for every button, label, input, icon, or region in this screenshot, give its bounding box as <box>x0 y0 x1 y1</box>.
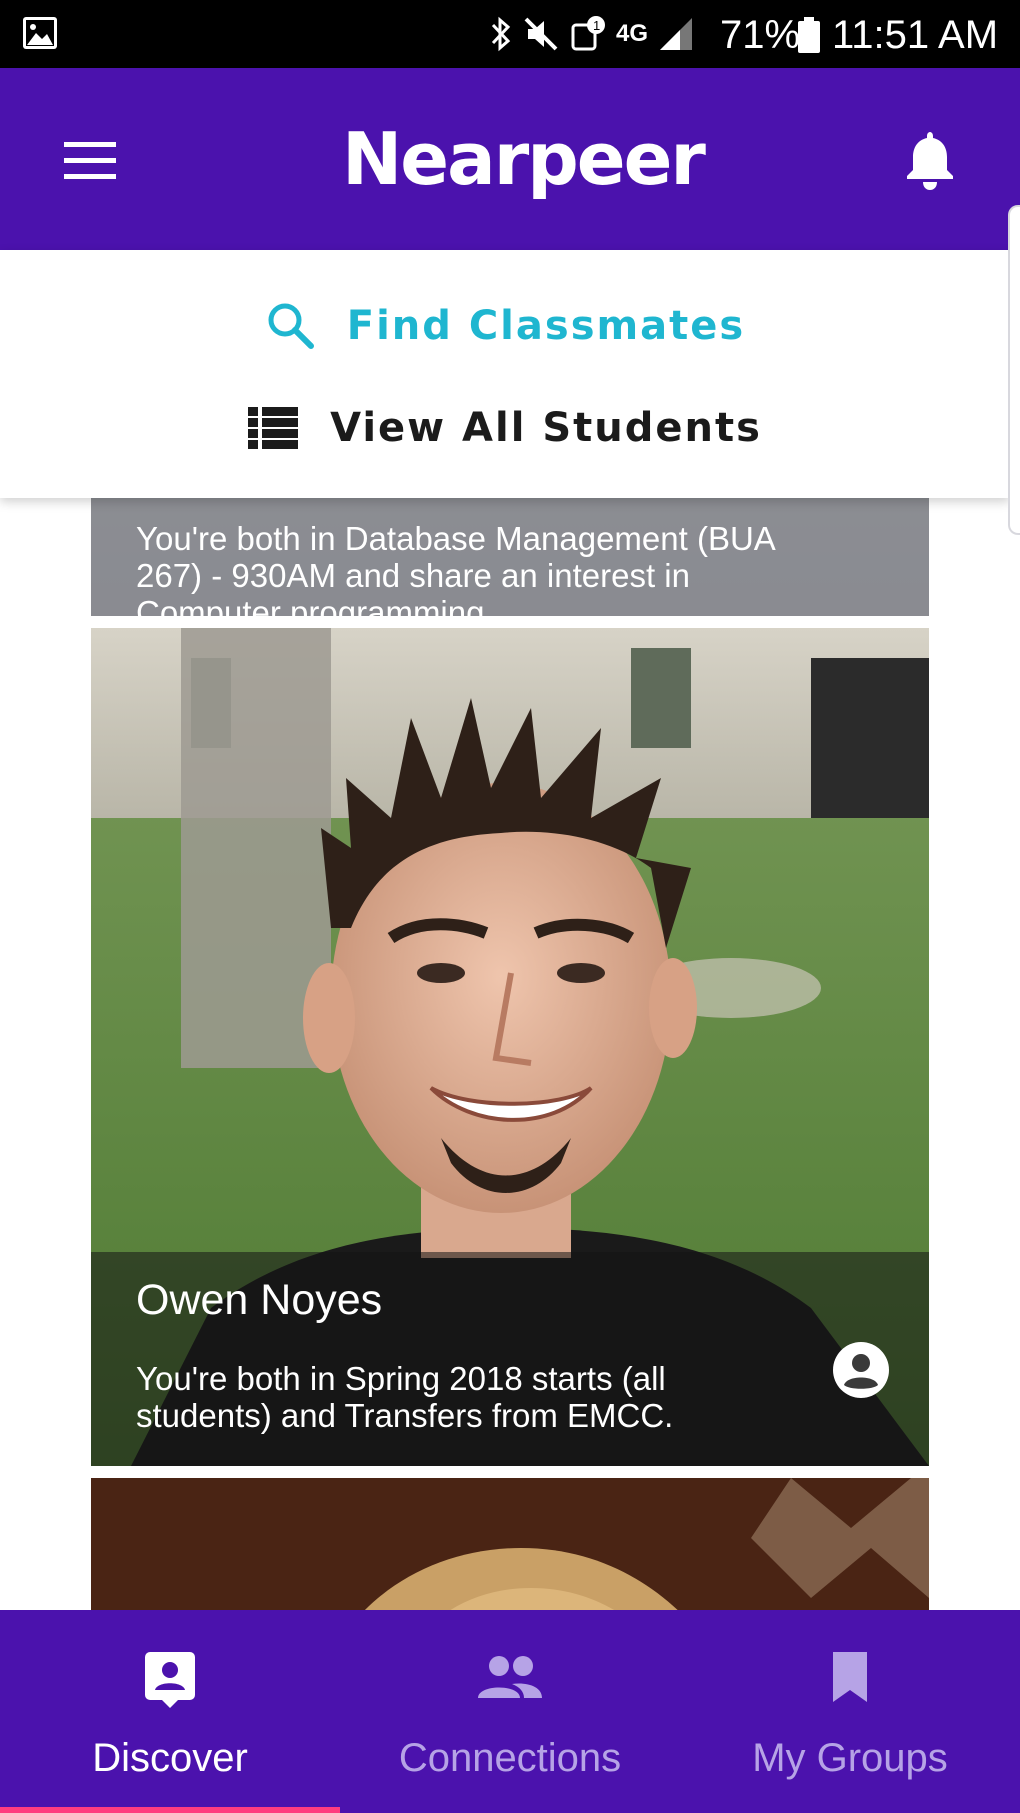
card-description: You're both in Spring 2018 starts (all s… <box>136 1360 674 1434</box>
app-title: Nearpeer <box>342 117 706 201</box>
discover-options-menu: Find Classmates View All Students <box>0 250 1010 498</box>
find-classmates-label: Find Classmates <box>346 303 746 349</box>
bell-icon[interactable] <box>902 126 958 192</box>
list-icon <box>248 407 299 449</box>
student-card[interactable] <box>91 1478 929 1610</box>
profile-icon[interactable] <box>831 1340 891 1400</box>
svg-text:1: 1 <box>593 18 600 33</box>
system-icons: 1 4G <box>488 14 694 54</box>
card-description: You're both in Database Management (BUA … <box>136 520 774 616</box>
bluetooth-icon <box>491 16 511 52</box>
battery-icon <box>798 17 820 53</box>
find-classmates-button[interactable]: Find Classmates <box>0 294 1010 358</box>
student-card[interactable]: Owen Noyes You're both in Spring 2018 st… <box>91 628 929 1466</box>
network-label: 4G <box>616 20 649 47</box>
discover-icon <box>145 1652 195 1708</box>
people-icon <box>478 1656 542 1698</box>
view-all-students-label: View All Students <box>330 405 762 451</box>
tab-label: Connections <box>398 1736 622 1780</box>
bottom-navigation: Discover Connections My Groups <box>0 1610 1020 1813</box>
active-tab-indicator <box>0 1807 340 1813</box>
mute-icon <box>524 17 558 51</box>
view-all-students-button[interactable]: View All Students <box>0 396 1010 460</box>
tab-connections[interactable]: Connections <box>340 1610 680 1813</box>
app-bar: Nearpeer <box>0 68 1020 250</box>
tab-label: Discover <box>92 1736 248 1780</box>
tab-my-groups[interactable]: My Groups <box>680 1610 1020 1813</box>
status-bar: 1 4G 71% 11:51 AM <box>0 0 1020 68</box>
bookmark-icon <box>833 1652 867 1702</box>
tab-discover[interactable]: Discover <box>0 1610 340 1813</box>
battery-percent: 71% <box>720 13 801 57</box>
student-photo <box>91 1478 929 1610</box>
student-name[interactable]: Owen Noyes <box>136 1274 382 1326</box>
network-indicator: 4G <box>616 22 648 46</box>
clock: 11:51 AM <box>832 13 999 57</box>
tab-label: My Groups <box>752 1736 948 1780</box>
search-icon <box>268 303 314 349</box>
gallery-icon <box>23 17 57 49</box>
signal-icon <box>660 18 693 50</box>
alert-icon: 1 <box>571 16 605 51</box>
scrollbar[interactable] <box>1008 205 1020 535</box>
